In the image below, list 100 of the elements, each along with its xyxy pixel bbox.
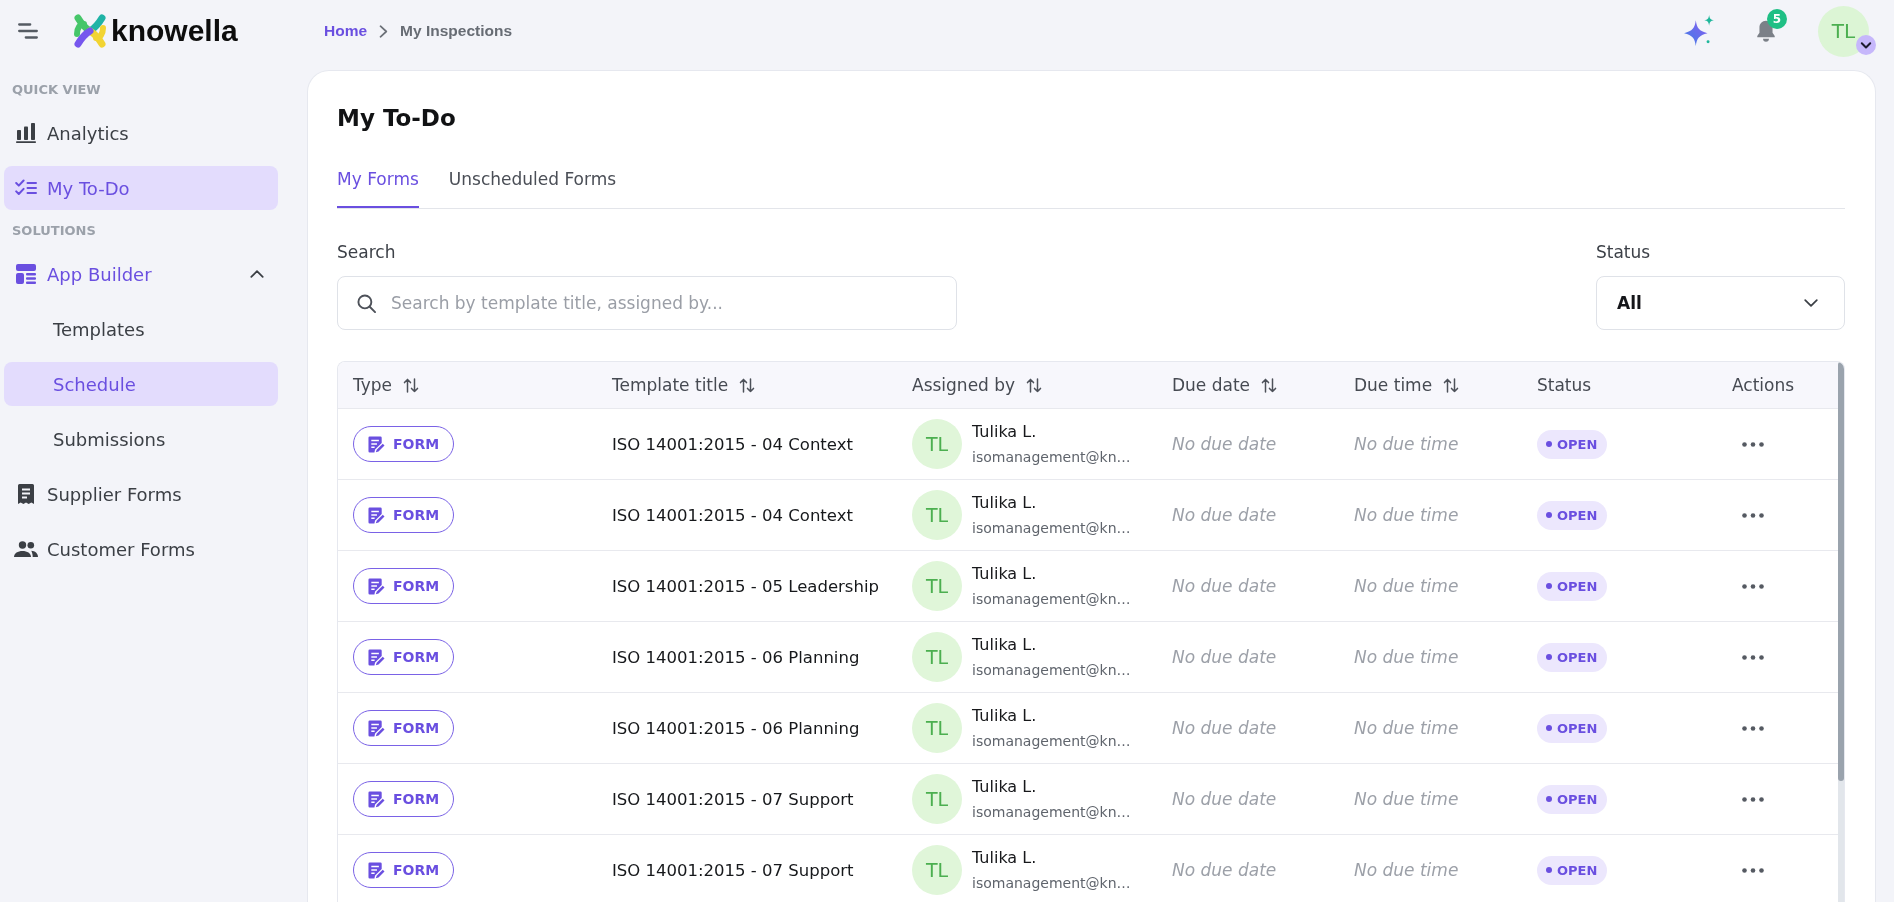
page-title: My To-Do	[337, 104, 457, 133]
template-title: ISO 14001:2015 - 07 Support	[612, 860, 854, 880]
sort-icon	[739, 377, 756, 393]
edit-icon	[368, 790, 385, 808]
search-field[interactable]: Search by template title, assigned by...	[337, 276, 957, 330]
sidebar-subitem[interactable]: Templates	[4, 307, 278, 351]
more-icon[interactable]	[1742, 725, 1764, 731]
sort-icon	[1026, 377, 1043, 393]
user-avatar: TL	[912, 632, 962, 682]
more-icon[interactable]	[1742, 654, 1764, 660]
template-title: ISO 14001:2015 - 07 Support	[612, 789, 854, 809]
column-header[interactable]: Assigned by	[912, 374, 1043, 396]
status-dot-icon	[1546, 441, 1552, 447]
receipt-icon	[18, 484, 34, 504]
brand-name: knowella	[111, 14, 238, 48]
due-date-text: No due date	[1172, 505, 1277, 525]
sidebar-subitem[interactable]: Schedule	[4, 362, 278, 406]
assignee-name: Tulika L.	[972, 847, 1038, 868]
type-label: FORM	[393, 507, 440, 523]
due-time-text: No due time	[1354, 718, 1459, 738]
assignee-email: isomanagement@kn…	[972, 803, 1131, 822]
template-title: ISO 14001:2015 - 05 Leadership	[612, 576, 879, 596]
edit-icon	[368, 648, 385, 666]
type-label: FORM	[393, 436, 440, 452]
assignee-name: Tulika L.	[972, 563, 1038, 584]
status-dot-icon	[1546, 867, 1552, 873]
type-label: FORM	[393, 720, 440, 736]
sidebar-item[interactable]: Supplier Forms	[4, 472, 278, 516]
menu-icon[interactable]	[18, 23, 38, 39]
checklist-icon	[15, 179, 37, 197]
sort-icon	[403, 377, 420, 393]
status-dropdown[interactable]: All	[1596, 276, 1845, 330]
due-time-text: No due time	[1354, 434, 1459, 454]
assignee-name: Tulika L.	[972, 776, 1038, 797]
user-avatar: TL	[912, 774, 962, 824]
column-header: Actions	[1732, 374, 1795, 396]
status-dot-icon	[1546, 583, 1552, 589]
more-icon[interactable]	[1742, 512, 1764, 518]
logo-icon	[73, 14, 107, 48]
more-icon[interactable]	[1742, 796, 1764, 802]
bar-chart-icon	[16, 123, 36, 143]
template-title: ISO 14001:2015 - 06 Planning	[612, 647, 860, 667]
type-label: FORM	[393, 649, 440, 665]
column-header[interactable]: Due date	[1172, 374, 1278, 396]
edit-icon	[368, 719, 385, 737]
column-header[interactable]: Due time	[1354, 374, 1460, 396]
sidebar-item[interactable]: Analytics	[4, 111, 278, 155]
template-title: ISO 14001:2015 - 04 Context	[612, 505, 853, 525]
user-avatar: TL	[912, 561, 962, 611]
sparkle-icon[interactable]	[1684, 15, 1714, 47]
template-title: ISO 14001:2015 - 06 Planning	[612, 718, 860, 738]
status-dot-icon	[1546, 654, 1552, 660]
due-date-text: No due date	[1172, 860, 1277, 880]
assignee-email: isomanagement@kn…	[972, 874, 1131, 893]
status-label: OPEN	[1557, 649, 1598, 665]
type-label: FORM	[393, 578, 440, 594]
more-icon[interactable]	[1742, 867, 1764, 873]
user-avatar: TL	[912, 490, 962, 540]
chevron-down-icon[interactable]	[1856, 34, 1876, 55]
sidebar-item[interactable]: App Builder	[4, 252, 278, 296]
edit-icon	[368, 506, 385, 524]
status-label: OPEN	[1557, 578, 1598, 594]
sidebar-subitem[interactable]: Submissions	[4, 417, 278, 461]
column-header[interactable]: Type	[353, 374, 420, 396]
assignee-name: Tulika L.	[972, 634, 1038, 655]
tab[interactable]: Unscheduled Forms	[448, 161, 617, 208]
user-avatar: TL	[912, 845, 962, 895]
more-icon[interactable]	[1742, 441, 1764, 447]
scrollbar-thumb[interactable]	[1838, 362, 1844, 781]
due-time-text: No due time	[1354, 576, 1459, 596]
more-icon[interactable]	[1742, 583, 1764, 589]
column-header[interactable]: Template title	[612, 374, 756, 396]
field-label: Search	[337, 242, 397, 262]
sort-icon	[1443, 377, 1460, 393]
assignee-email: isomanagement@kn…	[972, 661, 1131, 680]
chevron-right-icon	[379, 24, 389, 38]
breadcrumb-link[interactable]: Home	[324, 21, 368, 41]
edit-icon	[368, 577, 385, 595]
due-date-text: No due date	[1172, 718, 1277, 738]
due-date-text: No due date	[1172, 576, 1277, 596]
assignee-email: isomanagement@kn…	[972, 732, 1131, 751]
chevron-down-icon	[1804, 299, 1818, 307]
notification-badge: 5	[1767, 9, 1787, 29]
status-label: OPEN	[1557, 720, 1598, 736]
people-icon	[14, 541, 38, 557]
layout-icon	[16, 264, 36, 284]
due-date-text: No due date	[1172, 434, 1277, 454]
status-label: OPEN	[1557, 862, 1598, 878]
edit-icon	[368, 435, 385, 453]
assignee-email: isomanagement@kn…	[972, 448, 1131, 467]
edit-icon	[368, 861, 385, 879]
assignee-name: Tulika L.	[972, 705, 1038, 726]
assignee-email: isomanagement@kn…	[972, 519, 1131, 538]
type-label: FORM	[393, 862, 440, 878]
assignee-name: Tulika L.	[972, 492, 1038, 513]
due-time-text: No due time	[1354, 505, 1459, 525]
due-time-text: No due time	[1354, 789, 1459, 809]
sidebar-item[interactable]: Customer Forms	[4, 527, 278, 571]
tab[interactable]: My Forms	[337, 161, 419, 208]
sidebar-item[interactable]: My To-Do	[4, 166, 278, 210]
